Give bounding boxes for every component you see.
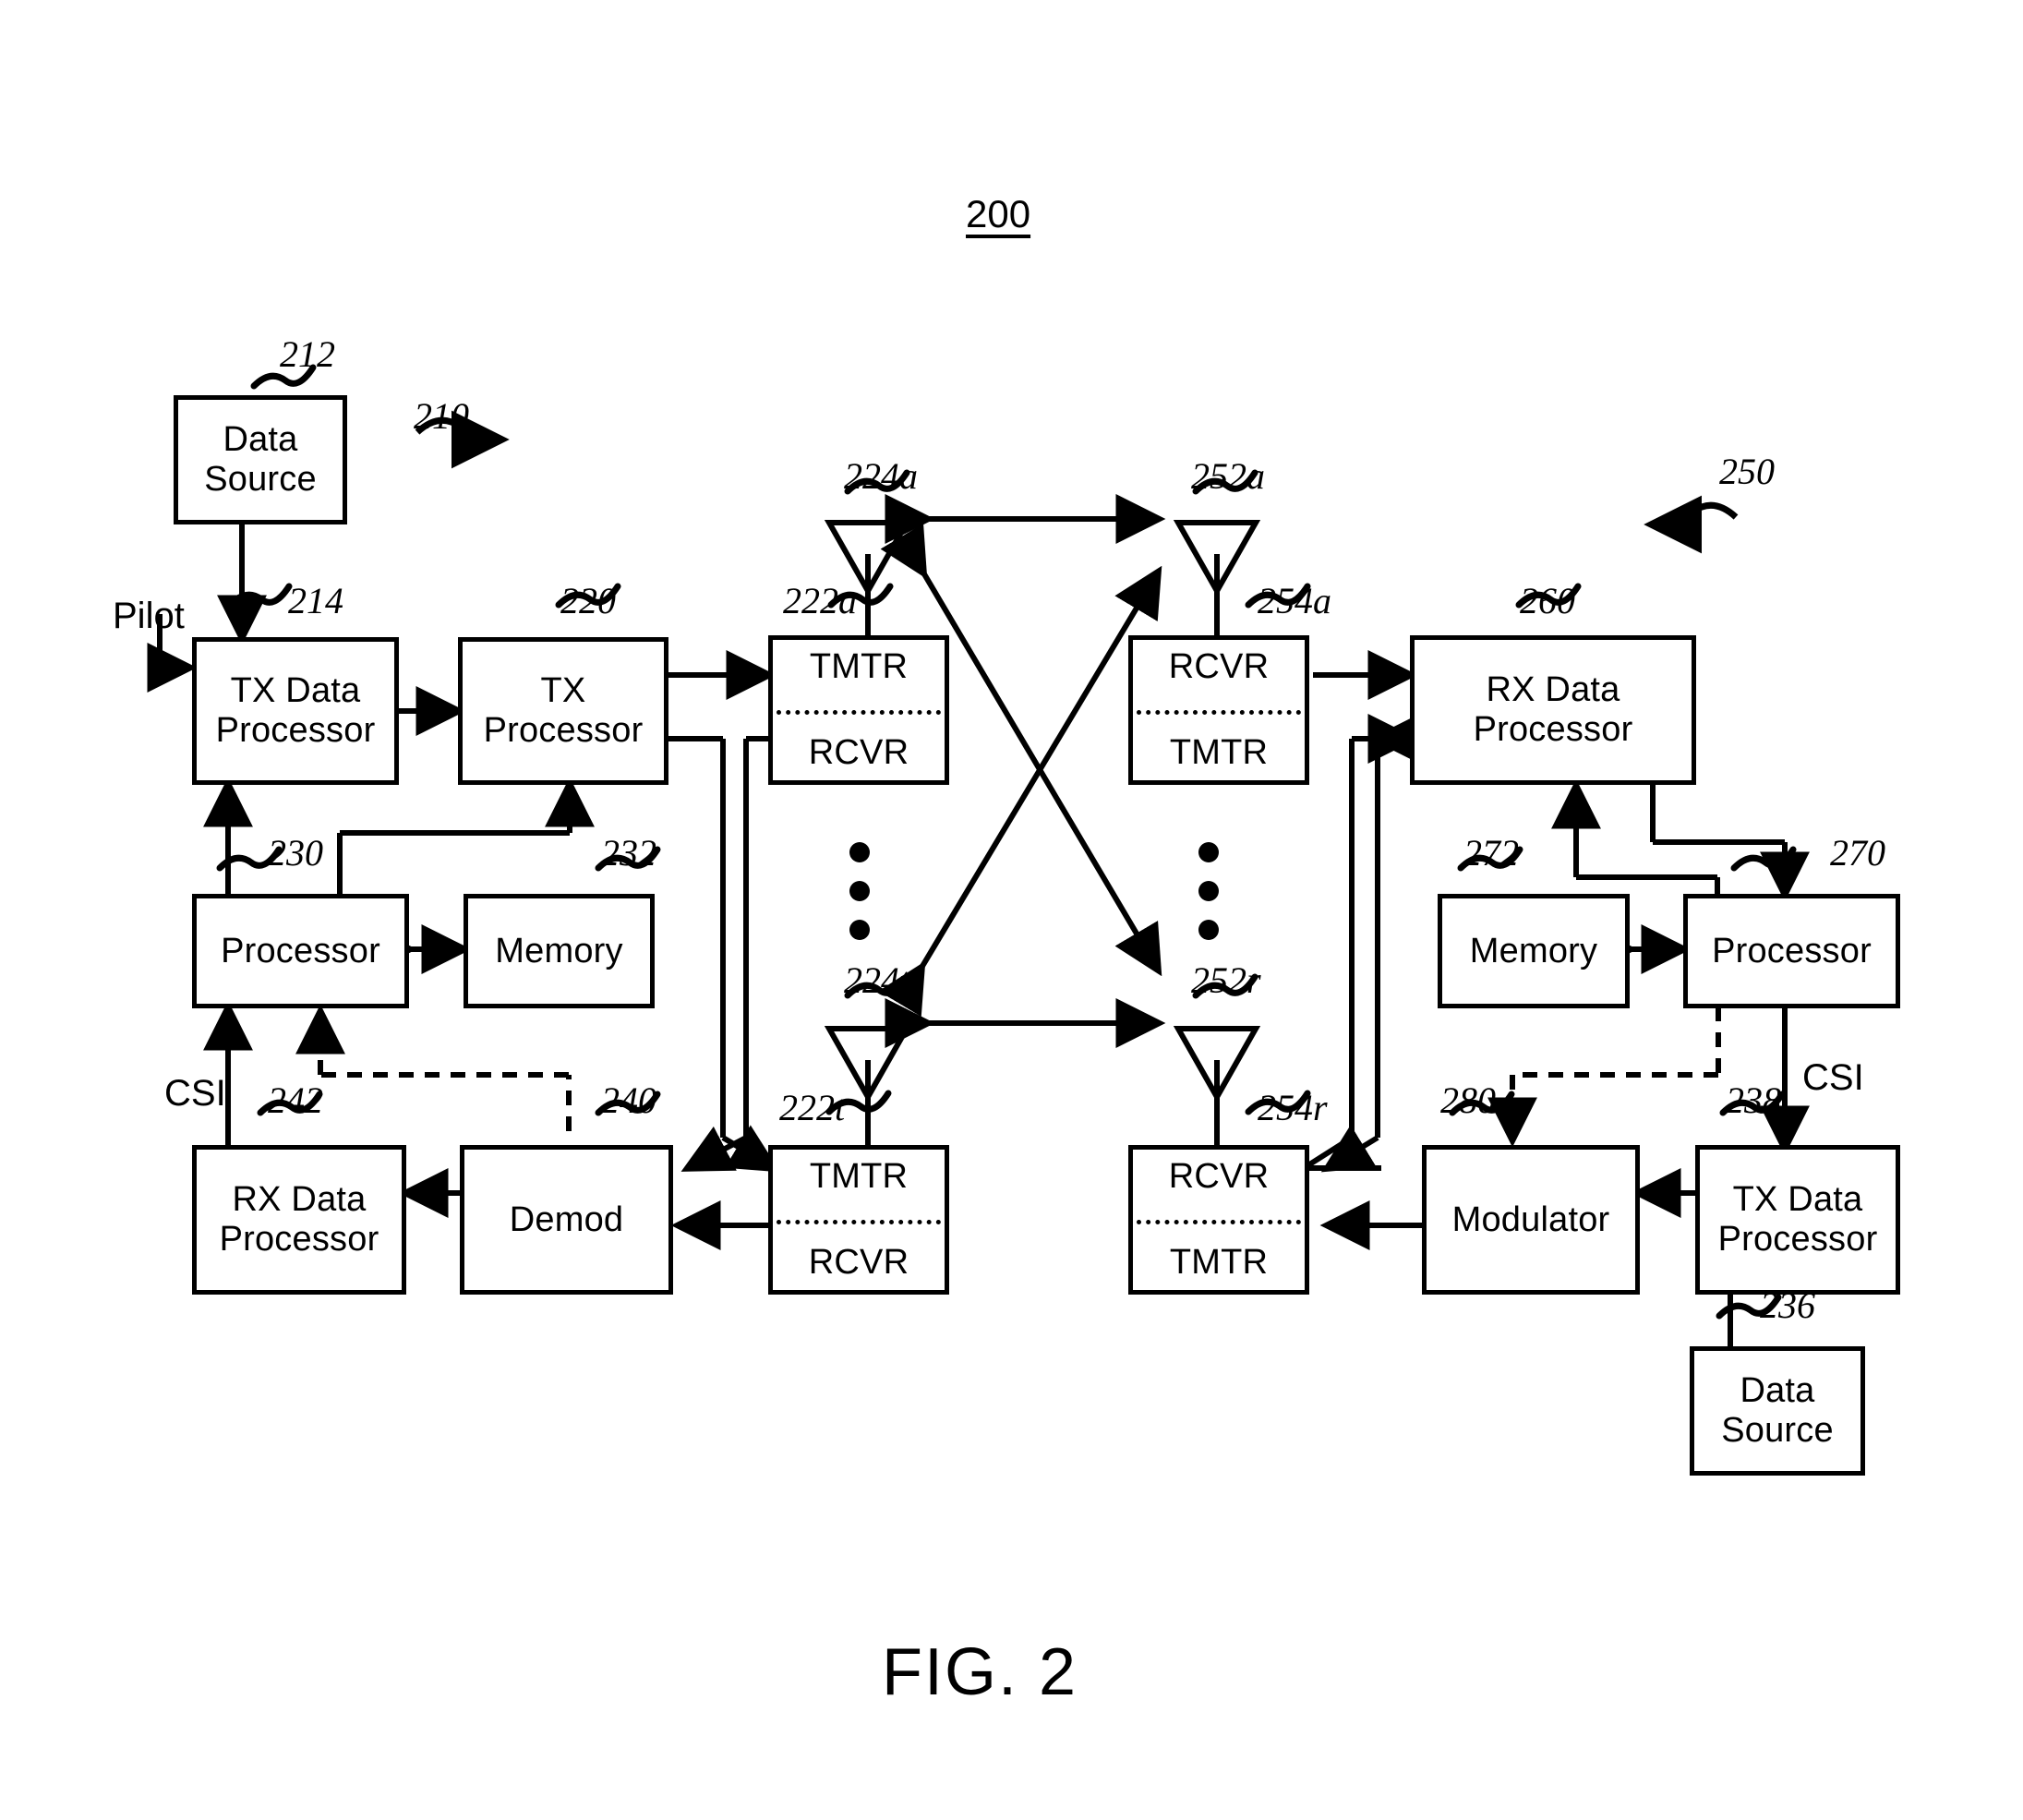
block-label-line: TX Data: [1732, 1180, 1863, 1220]
ref-220: 220: [560, 580, 616, 621]
vertical-ellipsis-right: [1198, 842, 1219, 958]
block-label-line: Processor: [1473, 710, 1633, 749]
block-rx-data-processor-right[interactable]: RX Data Processor: [1410, 635, 1696, 785]
block-label-line: Data: [1740, 1371, 1815, 1411]
label-csi-left: CSI: [164, 1073, 226, 1114]
block-label-line: TX: [540, 671, 586, 711]
ref-214: 214: [288, 580, 343, 621]
ref-224t: 224t: [844, 959, 910, 1001]
block-rx-data-processor-left[interactable]: RX Data Processor: [192, 1145, 406, 1295]
ref-252a: 252a: [1191, 455, 1265, 497]
block-divider: [1137, 1220, 1301, 1224]
block-tx-data-processor[interactable]: TX Data Processor: [192, 637, 399, 785]
ref-240: 240: [601, 1079, 656, 1121]
ref-238: 238: [1726, 1079, 1781, 1121]
label-pilot: Pilot: [113, 596, 185, 636]
figure-caption: FIG. 2: [882, 1635, 1078, 1709]
ref-242: 242: [268, 1079, 323, 1121]
block-memory-right[interactable]: Memory: [1438, 894, 1630, 1008]
block-label-line: Processor: [483, 711, 644, 750]
block-divider: [777, 1220, 941, 1224]
block-label-line: Demod: [509, 1199, 624, 1239]
block-label-line: Processor: [221, 931, 380, 970]
block-data-source-rx[interactable]: Data Source: [1690, 1346, 1865, 1476]
ref-236: 236: [1760, 1284, 1815, 1326]
block-label-line: Source: [204, 460, 317, 499]
block-label-line: TMTR: [809, 1157, 909, 1196]
block-label-line: TX Data: [230, 671, 361, 711]
ref-270: 270: [1830, 832, 1885, 874]
ref-280: 280: [1440, 1079, 1496, 1121]
block-rcvr-tmtr-254r[interactable]: RCVR TMTR: [1128, 1145, 1309, 1295]
block-tmtr-rcvr-222a[interactable]: TMTR RCVR: [768, 635, 949, 785]
block-memory-left[interactable]: Memory: [464, 894, 655, 1008]
block-divider: [1137, 710, 1301, 715]
block-label-line: RCVR: [1168, 647, 1270, 686]
ref-224a: 224a: [844, 455, 918, 497]
ref-250: 250: [1719, 451, 1775, 492]
block-label-line: Processor: [215, 711, 376, 750]
patent-figure-200: 200 Data Source 212 TX Data Processor 21…: [0, 0, 2023, 1820]
block-tx-data-processor-right[interactable]: TX Data Processor: [1695, 1145, 1900, 1295]
ref-254a: 254a: [1258, 580, 1331, 621]
block-divider: [777, 710, 941, 715]
block-processor-left[interactable]: Processor: [192, 894, 409, 1008]
ref-222t: 222t: [779, 1087, 846, 1128]
block-tx-processor[interactable]: TX Processor: [458, 637, 668, 785]
block-tmtr-rcvr-222t[interactable]: TMTR RCVR: [768, 1145, 949, 1295]
block-rcvr-tmtr-254a[interactable]: RCVR TMTR: [1128, 635, 1309, 785]
ref-252r: 252r: [1191, 959, 1261, 1001]
label-csi-right: CSI: [1802, 1057, 1864, 1098]
block-label-line: Processor: [1712, 931, 1872, 970]
block-label-line: TMTR: [1169, 733, 1269, 773]
block-demod[interactable]: Demod: [460, 1145, 673, 1295]
block-label-line: Processor: [1717, 1220, 1878, 1259]
block-label-line: RCVR: [808, 1243, 909, 1283]
block-label-line: Data: [223, 420, 298, 460]
block-label-line: Memory: [1469, 931, 1598, 970]
block-modulator[interactable]: Modulator: [1422, 1145, 1640, 1295]
block-label-line: RX Data: [1486, 670, 1620, 710]
vertical-ellipsis-left: [849, 842, 870, 958]
ref-222a: 222a: [783, 580, 857, 621]
block-label-line: RCVR: [808, 733, 909, 773]
ref-212: 212: [280, 333, 335, 375]
ref-272: 272: [1463, 832, 1519, 874]
block-label-line: RCVR: [1168, 1157, 1270, 1196]
block-label-line: RX Data: [232, 1180, 367, 1220]
block-label-line: TMTR: [1169, 1243, 1269, 1283]
ref-210: 210: [414, 395, 469, 437]
block-label-line: Memory: [495, 931, 623, 970]
ref-230: 230: [268, 832, 323, 874]
ref-232: 232: [601, 832, 656, 874]
block-data-source-tx[interactable]: Data Source: [174, 395, 347, 524]
block-label-line: Processor: [219, 1220, 379, 1259]
block-label-line: Source: [1721, 1411, 1834, 1450]
ref-254r: 254r: [1258, 1087, 1328, 1128]
block-label-line: TMTR: [809, 647, 909, 686]
ref-260: 260: [1520, 580, 1575, 621]
block-label-line: Modulator: [1451, 1199, 1610, 1239]
block-processor-right[interactable]: Processor: [1683, 894, 1900, 1008]
